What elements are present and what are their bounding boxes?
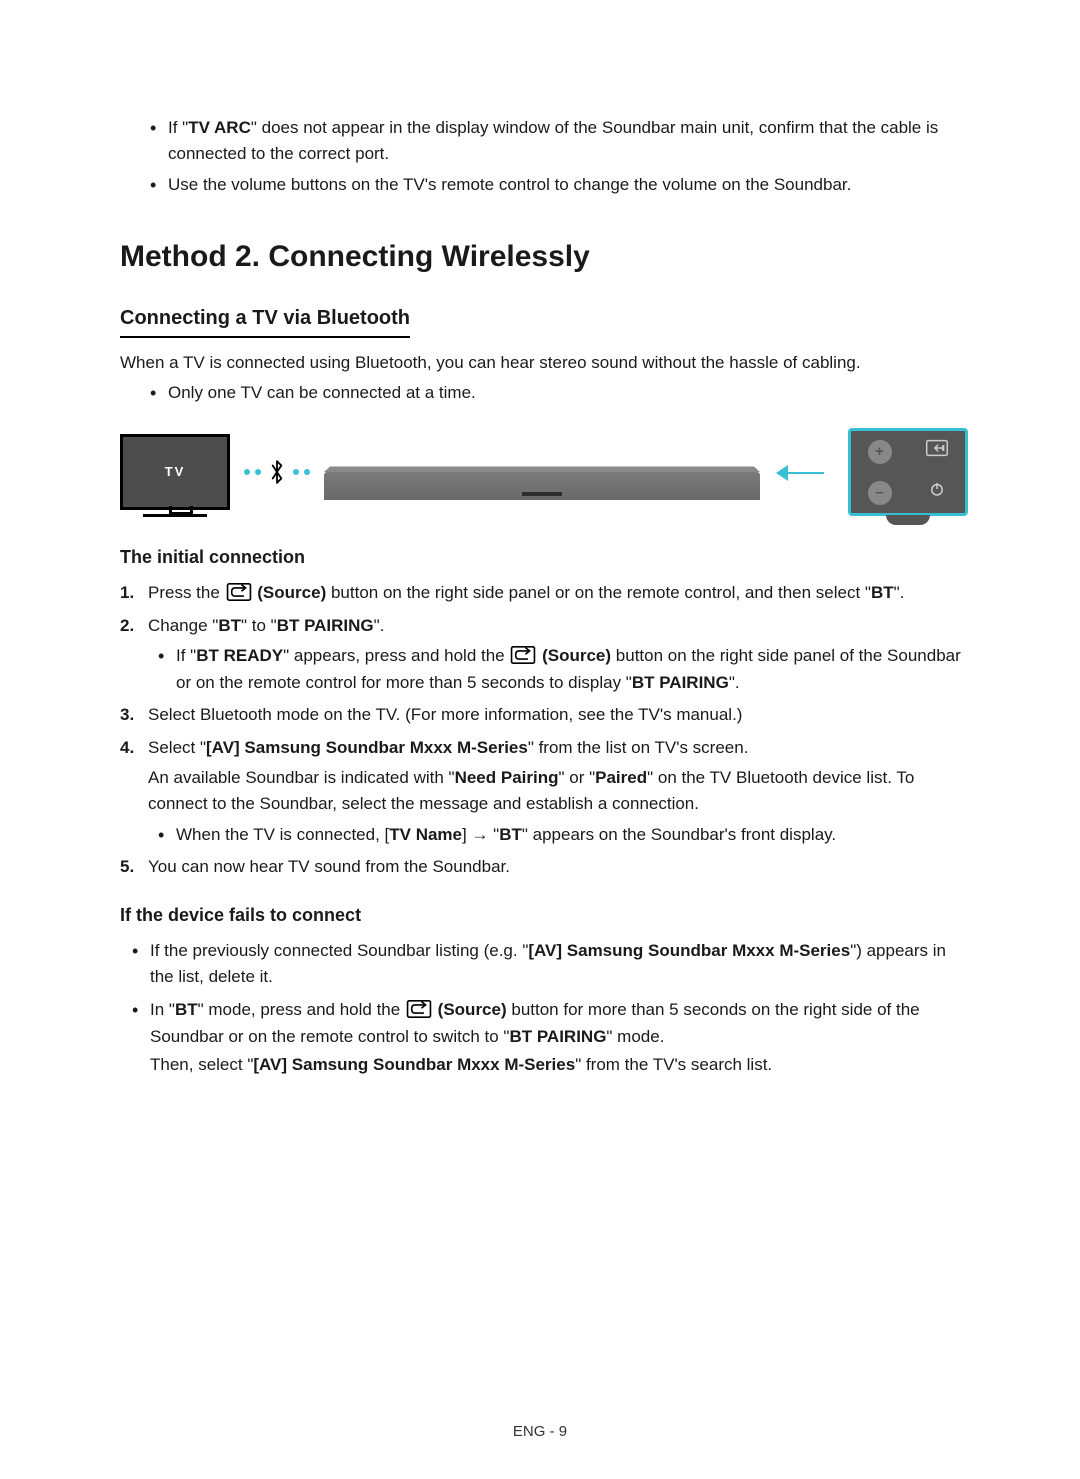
text: In " <box>150 1000 175 1019</box>
sub-bullet-list: If "BT READY" appears, press and hold th… <box>148 643 968 696</box>
text: " or " <box>558 768 595 787</box>
text-strong: [AV] Samsung Soundbar Mxxx M-Series <box>253 1055 575 1074</box>
text-strong: BT PAIRING <box>509 1027 606 1046</box>
text: " to " <box>241 616 277 635</box>
text-strong: TV Name <box>389 825 462 844</box>
step-item: 3. Select Bluetooth mode on the TV. (For… <box>144 702 968 728</box>
text-strong: [AV] Samsung Soundbar Mxxx M-Series <box>206 738 528 757</box>
pointer-line <box>774 437 834 507</box>
step-number: 4. <box>120 735 134 761</box>
step-item: 2. Change "BT" to "BT PAIRING". If "BT R… <box>144 613 968 696</box>
source-icon <box>226 580 252 606</box>
text-strong: Need Pairing <box>455 768 559 787</box>
step-continuation: An available Soundbar is indicated with … <box>148 765 968 818</box>
text-strong: (Source) <box>253 583 327 602</box>
step-number: 5. <box>120 854 134 880</box>
method-heading: Method 2. Connecting Wirelessly <box>120 234 968 281</box>
volume-up-icon: + <box>868 440 892 464</box>
text: Then, select " <box>150 1055 253 1074</box>
top-bullet-list: If "TV ARC" does not appear in the displ… <box>120 115 968 198</box>
text: " from the list on TV's screen. <box>528 738 749 757</box>
volume-down-icon: – <box>868 481 892 505</box>
steps-list: 1. Press the (Source) button on the righ… <box>120 580 968 880</box>
source-icon <box>926 439 948 465</box>
step-number: 2. <box>120 613 134 639</box>
text: Change " <box>148 616 218 635</box>
tv-label: TV <box>165 462 186 482</box>
bullet-item: In "BT" mode, press and hold the (Source… <box>150 997 968 1078</box>
page-number: ENG - 9 <box>0 1420 1080 1443</box>
step-item: 5. You can now hear TV sound from the So… <box>144 854 968 880</box>
step-number: 3. <box>120 702 134 728</box>
text-strong: BT <box>871 583 894 602</box>
text: Use the volume buttons on the TV's remot… <box>168 175 851 194</box>
bluetooth-diagram: TV + – <box>120 428 968 516</box>
text-strong: (Source) <box>433 1000 507 1019</box>
text-strong: BT PAIRING <box>277 616 374 635</box>
intro-text: When a TV is connected using Bluetooth, … <box>120 350 968 376</box>
text-strong: BT <box>499 825 522 844</box>
intro-bullet-list: Only one TV can be connected at a time. <box>120 380 968 406</box>
text: ". <box>374 616 385 635</box>
soundbar-illustration <box>324 472 760 500</box>
step-item: 4. Select "[AV] Samsung Soundbar Mxxx M-… <box>144 735 968 848</box>
text: If the previously connected Soundbar lis… <box>150 941 528 960</box>
initial-connection-heading: The initial connection <box>120 544 968 572</box>
text-strong: BT <box>218 616 241 635</box>
bluetooth-link-dots <box>244 459 310 485</box>
text: An available Soundbar is indicated with … <box>148 768 455 787</box>
section-heading: Connecting a TV via Bluetooth <box>120 303 410 338</box>
fails-list: If the previously connected Soundbar lis… <box>120 938 968 1078</box>
text: " mode, press and hold the <box>198 1000 405 1019</box>
text: " does not appear in the display window … <box>168 118 938 163</box>
bullet-item: Only one TV can be connected at a time. <box>168 380 968 406</box>
text: " appears on the Soundbar's front displa… <box>522 825 836 844</box>
step-number: 1. <box>120 580 134 606</box>
text: ] → " <box>462 825 499 844</box>
text: When the TV is connected, [ <box>176 825 389 844</box>
text: Press the <box>148 583 225 602</box>
text-strong: BT PAIRING <box>632 673 729 692</box>
text-strong: [AV] Samsung Soundbar Mxxx M-Series <box>528 941 850 960</box>
bullet-item: If "BT READY" appears, press and hold th… <box>176 643 968 696</box>
text: " mode. <box>606 1027 664 1046</box>
text: " appears, press and hold the <box>283 646 509 665</box>
step-item: 1. Press the (Source) button on the righ… <box>144 580 968 607</box>
text: ". <box>729 673 740 692</box>
power-icon <box>926 480 948 506</box>
fails-heading: If the device fails to connect <box>120 902 968 930</box>
text-strong: TV ARC <box>188 118 251 137</box>
text: Only one TV can be connected at a time. <box>168 383 476 402</box>
text: button on the right side panel or on the… <box>326 583 871 602</box>
soundbar-side-panel-illustration: + – <box>848 428 968 516</box>
bullet-item: Use the volume buttons on the TV's remot… <box>168 172 968 198</box>
text: Select Bluetooth mode on the TV. (For mo… <box>148 705 742 724</box>
text: You can now hear TV sound from the Sound… <box>148 857 510 876</box>
text-strong: (Source) <box>537 646 611 665</box>
bluetooth-icon <box>266 459 288 485</box>
bullet-item: When the TV is connected, [TV Name] → "B… <box>176 822 968 848</box>
text-strong: BT <box>175 1000 198 1019</box>
source-icon <box>510 643 536 669</box>
fails-section: If the device fails to connect If the pr… <box>120 902 968 1078</box>
sub-bullet-list: When the TV is connected, [TV Name] → "B… <box>148 822 968 848</box>
text: If " <box>168 118 188 137</box>
text: If " <box>176 646 196 665</box>
text: Select " <box>148 738 206 757</box>
source-icon <box>406 997 432 1023</box>
tv-illustration: TV <box>120 434 230 510</box>
text-strong: BT READY <box>196 646 283 665</box>
text: ". <box>894 583 905 602</box>
bullet-item: If the previously connected Soundbar lis… <box>150 938 968 991</box>
bullet-item: If "TV ARC" does not appear in the displ… <box>168 115 968 168</box>
text: " from the TV's search list. <box>575 1055 772 1074</box>
text-strong: Paired <box>595 768 647 787</box>
